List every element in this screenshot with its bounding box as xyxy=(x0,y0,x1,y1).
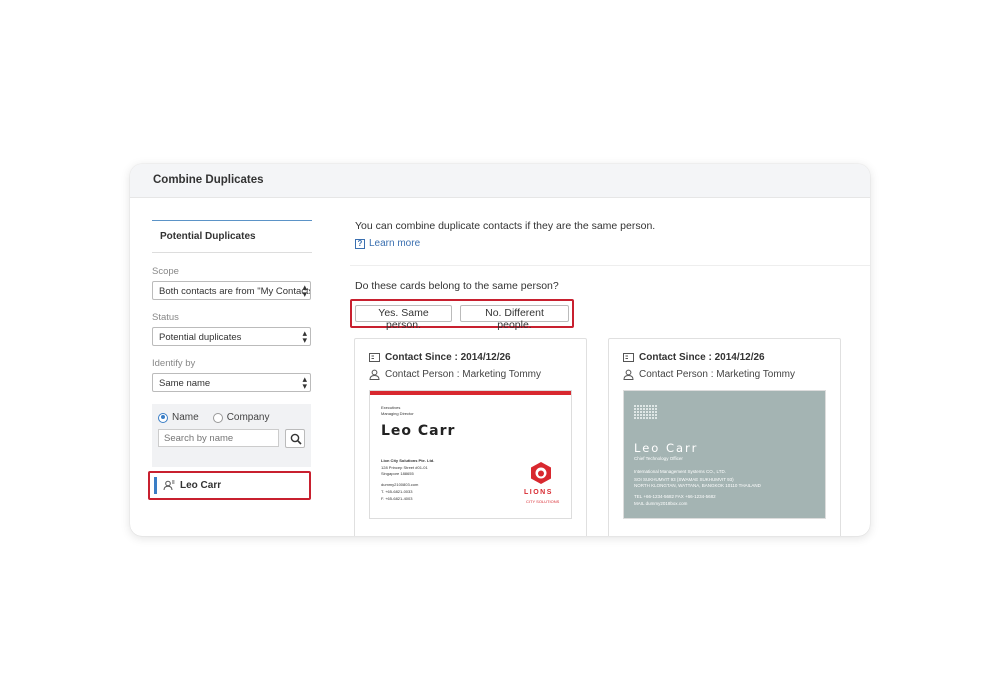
learn-more-label: Learn more xyxy=(369,238,421,249)
identify-value: Same name xyxy=(159,378,211,389)
radio-name-label: Name xyxy=(172,412,199,423)
card-title: Managing Director xyxy=(381,411,414,416)
card-person-name: Leo Carr xyxy=(634,441,699,455)
card-mail: MAIL dummy2018box.com xyxy=(634,501,688,506)
window-title: Combine Duplicates xyxy=(130,164,870,198)
business-card-image-1[interactable]: Executives Managing Director Leo Carr Li… xyxy=(369,390,572,519)
same-person-button[interactable]: Yes. Same person. xyxy=(355,305,452,331)
scope-select[interactable]: Both contacts are from "My Contacts" ▴ ▾ xyxy=(152,281,311,300)
card-company: Lion City Solutions Pte. Ltd. xyxy=(381,458,435,463)
help-icon: ? xyxy=(355,238,365,249)
learn-more-link[interactable]: ? Learn more xyxy=(355,238,870,249)
tab-potential-duplicates[interactable]: Potential Duplicates xyxy=(152,220,312,253)
scope-value: Both contacts are from "My Contacts" xyxy=(159,286,311,297)
lion-logo-icon xyxy=(531,462,551,484)
question-text: Do these cards belong to the same person… xyxy=(355,280,559,292)
result-name: Leo Carr xyxy=(180,480,222,491)
status-value: Potential duplicates xyxy=(159,332,242,343)
search-panel: Name Company xyxy=(152,404,311,467)
radio-company-label: Company xyxy=(226,412,270,423)
intro-text: You can combine duplicate contacts if th… xyxy=(355,220,656,232)
card-logo-sub: CITY SOLUTIONS xyxy=(526,499,560,504)
search-icon xyxy=(290,433,302,445)
main-content: You can combine duplicate contacts if th… xyxy=(350,220,870,536)
radio-company[interactable] xyxy=(212,412,223,423)
decision-button-group: Yes. Same person. No. Different people. xyxy=(350,299,574,331)
card-icon xyxy=(623,353,634,362)
select-arrows-icon: ▴ ▾ xyxy=(302,374,307,391)
search-button[interactable] xyxy=(285,429,305,448)
card-address-2: NORTH KLONGTAN, WATTANA, BANGKOK 10110 T… xyxy=(634,483,761,488)
card-logo-text: LIONS xyxy=(524,489,553,496)
contact-since-2: Contact Since : 2014/12/26 xyxy=(639,352,765,363)
dot-grid-logo-icon xyxy=(634,405,657,419)
scope-label: Scope xyxy=(152,266,179,277)
identify-select[interactable]: Same name ▴ ▾ xyxy=(152,373,311,392)
person-icon xyxy=(369,369,380,380)
contact-since-1: Contact Since : 2014/12/26 xyxy=(385,352,511,363)
contact-person-2: Contact Person : Marketing Tommy xyxy=(639,369,795,380)
search-input[interactable] xyxy=(158,429,279,447)
card-accent-bar xyxy=(370,391,571,395)
card-icon xyxy=(369,353,380,362)
card-email: dummy2100803.com xyxy=(381,482,419,487)
radio-name[interactable] xyxy=(158,412,168,423)
card-panel-2: Contact Since : 2014/12/26 Contact Perso… xyxy=(608,338,841,536)
card-fax: F. +65-6821-4003 xyxy=(381,496,413,501)
divider xyxy=(350,265,870,266)
card-panel-1: Contact Since : 2014/12/26 Contact Perso… xyxy=(354,338,587,536)
status-select[interactable]: Potential duplicates ▴ ▾ xyxy=(152,327,311,346)
select-arrows-icon: ▴ ▾ xyxy=(302,328,307,345)
status-label: Status xyxy=(152,312,179,323)
contact-person-1: Contact Person : Marketing Tommy xyxy=(385,369,541,380)
card-tel: TEL +66-1234-5682 FAX +66-1234-5682 xyxy=(634,494,716,499)
sidebar: Potential Duplicates Scope Both contacts… xyxy=(152,220,312,467)
card-tel: T. +65-6821-0033 xyxy=(381,489,413,494)
duplicate-result-item[interactable]: Leo Carr xyxy=(148,471,311,500)
different-people-button[interactable]: No. Different people. xyxy=(460,305,569,331)
combine-duplicates-window: Combine Duplicates Potential Duplicates … xyxy=(130,164,870,536)
card-company: International Management Systems CO., LT… xyxy=(634,469,726,474)
person-icon xyxy=(623,369,634,380)
select-arrows-icon: ▴ ▾ xyxy=(302,282,307,299)
user-duplicate-icon xyxy=(163,480,175,491)
card-address-2: Singapore 188655 xyxy=(381,471,414,476)
card-person-name: Leo Carr xyxy=(381,423,456,439)
identify-label: Identify by xyxy=(152,358,196,369)
card-title: Chief Technology Officer xyxy=(634,456,683,461)
business-card-image-2[interactable]: Leo Carr Chief Technology Officer Intern… xyxy=(623,390,826,519)
